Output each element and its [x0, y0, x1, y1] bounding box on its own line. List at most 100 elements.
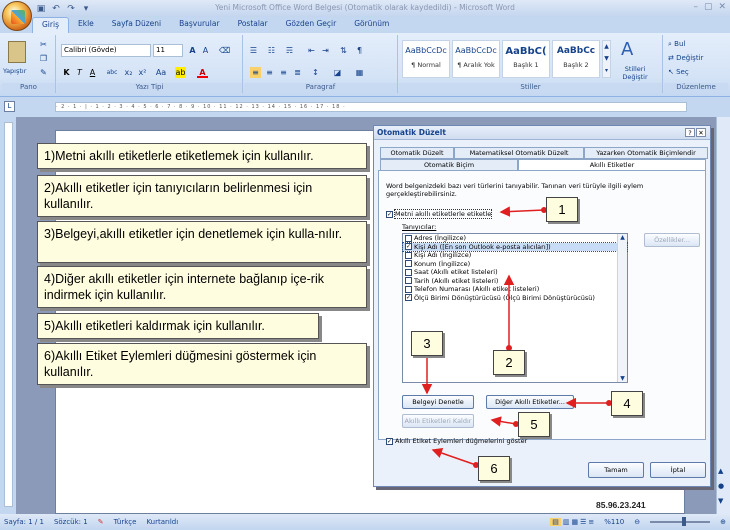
- change-case-icon[interactable]: Aa: [153, 67, 169, 78]
- cancel-button[interactable]: İptal: [650, 462, 706, 478]
- strikethrough-icon[interactable]: abc: [103, 67, 121, 78]
- show-marks-icon[interactable]: ¶: [354, 45, 365, 56]
- vertical-ruler-scale[interactable]: [4, 122, 13, 507]
- list-item[interactable]: Adres (İngilizce): [403, 234, 627, 243]
- minimize-icon[interactable]: –: [693, 2, 698, 12]
- bold-icon[interactable]: K: [61, 67, 72, 78]
- tab-sayfa-duzeni[interactable]: Sayfa Düzeni: [103, 17, 170, 33]
- list-scrollbar[interactable]: ▲ ▼: [617, 234, 627, 382]
- superscript-icon[interactable]: x²: [137, 67, 148, 78]
- office-button[interactable]: [2, 1, 32, 31]
- tab-gozden-gecir[interactable]: Gözden Geçir: [277, 17, 346, 33]
- align-left-icon[interactable]: ≡: [250, 67, 261, 78]
- style-heading-2[interactable]: AaBbCc Başlık 2: [552, 40, 600, 78]
- tab-otomatik-duzelt[interactable]: Otomatik Düzelt: [380, 147, 454, 159]
- properties-button[interactable]: Özellikler...: [644, 233, 700, 247]
- tab-selector-icon[interactable]: L: [4, 101, 15, 112]
- change-styles-button[interactable]: Stilleri Değiştir: [614, 65, 656, 81]
- style-heading-1[interactable]: AaBbC(Başlık 1: [502, 40, 550, 78]
- zoom-slider-thumb[interactable]: [682, 517, 687, 526]
- print-layout-icon[interactable]: ▤: [550, 518, 561, 526]
- numbering-icon[interactable]: ☷: [266, 45, 277, 56]
- zoom-out-icon[interactable]: ⊖: [634, 518, 640, 526]
- tab-yazarken-bicimlendir[interactable]: Yazarken Otomatik Biçimlendir: [584, 147, 708, 159]
- tab-giris[interactable]: Giriş: [32, 17, 69, 33]
- ruler-scale[interactable]: · 2 · 1 · | · 1 · 2 · 3 · 4 · 5 · 6 · 7 …: [55, 102, 687, 112]
- tab-gorunum[interactable]: Görünüm: [345, 17, 398, 33]
- style-no-spacing[interactable]: AaBbCcDc ¶ Aralık Yok: [452, 40, 500, 78]
- align-center-icon[interactable]: ≡: [264, 67, 275, 78]
- find-button[interactable]: ⌕ Bul: [668, 40, 685, 49]
- decrease-indent-icon[interactable]: ⇤: [306, 45, 317, 56]
- underline-icon[interactable]: A: [87, 67, 98, 78]
- mode-indicator[interactable]: Kurtarıldı: [146, 518, 178, 526]
- cut-icon[interactable]: ✂: [38, 39, 49, 50]
- browse-object-icon[interactable]: ●: [718, 482, 724, 490]
- tab-postalar[interactable]: Postalar: [229, 17, 277, 33]
- help-icon[interactable]: ?: [685, 128, 695, 137]
- copy-icon[interactable]: ❐: [38, 53, 49, 64]
- scroll-down-icon[interactable]: ▼: [718, 497, 723, 505]
- styles-scroll[interactable]: ▲ ▼ ▾: [602, 40, 611, 78]
- list-scroll-down-icon[interactable]: ▼: [618, 375, 627, 382]
- highlight-icon[interactable]: ab: [175, 67, 186, 78]
- list-item[interactable]: Tarih (Akıllı etiket listeleri): [403, 277, 627, 286]
- font-color-icon[interactable]: A: [197, 67, 208, 78]
- replace-button[interactable]: ⇄ Değiştir: [668, 54, 703, 62]
- more-smart-tags-button[interactable]: Diğer Akıllı Etiketler...: [486, 395, 574, 409]
- list-item[interactable]: ✓ Kişi Adı ([En son Outlook e-posta alıcı…: [402, 241, 628, 252]
- shrink-font-icon[interactable]: A: [200, 45, 211, 56]
- format-painter-icon[interactable]: ✎: [38, 67, 49, 78]
- align-right-icon[interactable]: ≡: [278, 67, 289, 78]
- increase-indent-icon[interactable]: ⇥: [320, 45, 331, 56]
- list-item[interactable]: Kişi Adı (İngilizce): [403, 251, 627, 260]
- web-layout-icon[interactable]: ▦: [571, 518, 578, 526]
- tab-matematiksel[interactable]: Matematiksel Otomatik Düzelt: [454, 147, 584, 159]
- select-button[interactable]: ↖ Seç: [668, 68, 689, 76]
- draft-icon[interactable]: ≡: [588, 518, 594, 526]
- paste-button[interactable]: Yapıştır: [3, 67, 26, 75]
- list-scroll-up-icon[interactable]: ▲: [618, 234, 627, 241]
- vertical-scrollbar[interactable]: ▲ ● ▼: [716, 117, 730, 514]
- full-screen-icon[interactable]: ▥: [563, 518, 570, 526]
- borders-icon[interactable]: ▦: [354, 67, 365, 78]
- dialog-close-icon[interactable]: ✕: [696, 128, 706, 137]
- close-icon[interactable]: ✕: [718, 2, 726, 12]
- page-indicator[interactable]: Sayfa: 1 / 1: [4, 518, 44, 526]
- ok-button[interactable]: Tamam: [588, 462, 644, 478]
- tab-ekle[interactable]: Ekle: [69, 17, 103, 33]
- label-text-checkbox[interactable]: ✓ Metni akıllı etiketlerle etiketle: [386, 209, 493, 219]
- zoom-level[interactable]: %110: [604, 518, 624, 526]
- maximize-icon[interactable]: ▢: [704, 2, 713, 12]
- zoom-in-icon[interactable]: ⊕: [720, 518, 726, 526]
- paste-icon[interactable]: [8, 41, 26, 63]
- list-item[interactable]: Telefon Numarası (Akıllı etiket listeler…: [403, 285, 627, 294]
- multilevel-list-icon[interactable]: ☴: [284, 45, 295, 56]
- bullets-icon[interactable]: ☰: [248, 45, 259, 56]
- line-spacing-icon[interactable]: ↕: [310, 67, 321, 78]
- shading-icon[interactable]: ◪: [332, 67, 343, 78]
- outline-icon[interactable]: ☰: [580, 518, 586, 526]
- clear-format-icon[interactable]: ⌫: [219, 45, 230, 56]
- grow-font-icon[interactable]: A: [187, 45, 198, 56]
- recheck-document-button[interactable]: Belgeyi Denetle: [402, 395, 474, 409]
- language-indicator[interactable]: Türkçe: [114, 518, 137, 526]
- zoom-slider[interactable]: [650, 517, 711, 526]
- subscript-icon[interactable]: x₂: [123, 67, 134, 78]
- list-item[interactable]: ✓ Ölçü Birimi Dönüştürücüsü (Ölçü Birimi …: [403, 294, 627, 303]
- justify-icon[interactable]: ≣: [292, 67, 303, 78]
- change-styles-icon[interactable]: A: [621, 39, 633, 60]
- font-size-box[interactable]: 11: [153, 44, 183, 57]
- show-actions-checkbox[interactable]: ✓ Akıllı Etiket Eylemleri düğmelerini gös…: [386, 437, 527, 445]
- list-item[interactable]: Saat (Akıllı etiket listeleri): [403, 268, 627, 277]
- italic-icon[interactable]: T: [74, 67, 85, 78]
- sort-icon[interactable]: ⇅: [338, 45, 349, 56]
- font-name-box[interactable]: Calibri (Gövde): [61, 44, 151, 57]
- style-normal[interactable]: AaBbCcDc ¶ Normal: [402, 40, 450, 78]
- word-count[interactable]: Sözcük: 1: [54, 518, 88, 526]
- tab-basvurular[interactable]: Başvurular: [170, 17, 228, 33]
- proofing-icon[interactable]: ✎: [98, 518, 104, 526]
- remove-smart-tags-button[interactable]: Akıllı Etiketleri Kaldır: [402, 414, 474, 428]
- list-item[interactable]: Konum (İngilizce): [403, 260, 627, 269]
- scroll-up-icon[interactable]: ▲: [718, 467, 723, 475]
